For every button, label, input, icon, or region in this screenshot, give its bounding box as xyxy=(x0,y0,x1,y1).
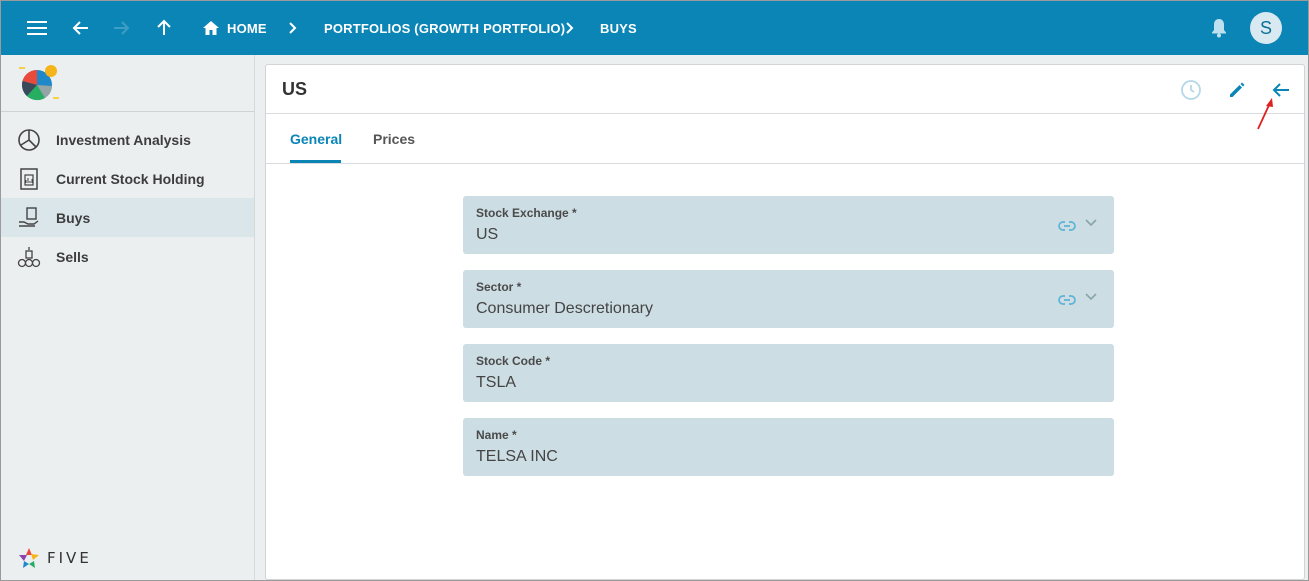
up-arrow-icon[interactable] xyxy=(150,14,178,42)
top-app-bar: HOME PORTFOLIOS (GROWTH PORTFOLIO) BUYS … xyxy=(1,1,1308,55)
menu-icon[interactable] xyxy=(23,14,51,42)
user-avatar[interactable]: S xyxy=(1250,12,1282,44)
divider xyxy=(266,113,1304,114)
sidebar-item-label: Current Stock Holding xyxy=(56,170,205,187)
chevron-right-icon xyxy=(560,18,580,38)
sidebar-item-investment-analysis[interactable]: Investment Analysis xyxy=(1,120,254,159)
hand-money-icon xyxy=(19,206,39,227)
record-title: US xyxy=(282,79,308,99)
field-label: Name * xyxy=(476,428,517,442)
pie-chart-logo-icon xyxy=(19,65,59,101)
five-brand-text: FIVE xyxy=(47,549,92,567)
five-brand-logo: FIVE xyxy=(17,547,92,569)
home-icon[interactable] xyxy=(197,14,225,42)
sidebar-item-label: Sells xyxy=(56,248,89,265)
back-arrow-icon[interactable] xyxy=(67,14,95,42)
coins-icon xyxy=(17,246,41,267)
breadcrumb-buys[interactable]: BUYS xyxy=(600,1,637,55)
sidebar-item-label: Buys xyxy=(56,209,91,226)
field-value: TELSA INC xyxy=(476,448,558,465)
history-icon[interactable] xyxy=(1178,77,1204,103)
breadcrumb-portfolios[interactable]: PORTFOLIOS (GROWTH PORTFOLIO) xyxy=(324,1,565,55)
stock-code-field[interactable]: Stock Code * TSLA xyxy=(463,344,1114,402)
name-field[interactable]: Name * TELSA INC xyxy=(463,418,1114,476)
five-logo-icon xyxy=(19,548,39,568)
sector-field[interactable]: Sector * Consumer Descretionary xyxy=(463,270,1114,328)
tab-general[interactable]: General xyxy=(290,115,342,163)
forward-arrow-icon[interactable] xyxy=(107,14,135,42)
field-value: TSLA xyxy=(476,374,517,391)
pie-chart-icon xyxy=(18,128,40,151)
chevron-down-icon[interactable] xyxy=(1084,290,1098,304)
app-logo xyxy=(1,55,254,112)
link-icon[interactable] xyxy=(1058,294,1076,306)
annotation-arrow-icon xyxy=(1257,98,1273,130)
bell-icon[interactable] xyxy=(1205,14,1233,42)
sidebar-item-current-stock-holding[interactable]: Current Stock Holding xyxy=(1,159,254,198)
link-icon[interactable] xyxy=(1058,220,1076,232)
breadcrumb-home[interactable]: HOME xyxy=(227,1,267,55)
field-value: US xyxy=(476,226,499,243)
record-form-card: US General Prices Stock Exchange * US Se… xyxy=(265,64,1305,580)
field-label: Stock Exchange * xyxy=(476,206,577,220)
sidebar-item-label: Investment Analysis xyxy=(56,131,191,148)
chevron-right-icon xyxy=(283,18,303,38)
edit-pencil-icon[interactable] xyxy=(1224,77,1250,103)
field-label: Stock Code * xyxy=(476,354,551,368)
sidebar-item-sells[interactable]: Sells xyxy=(1,237,254,276)
sidebar-item-buys[interactable]: Buys xyxy=(1,198,254,237)
tab-prices[interactable]: Prices xyxy=(373,115,415,163)
field-value: Consumer Descretionary xyxy=(476,300,653,317)
sidebar: Investment Analysis Current Stock Holdin… xyxy=(1,55,255,580)
document-icon xyxy=(20,167,38,190)
field-label: Sector * xyxy=(476,280,522,294)
divider xyxy=(266,163,1304,164)
chevron-down-icon[interactable] xyxy=(1084,216,1098,230)
stock-exchange-field[interactable]: Stock Exchange * US xyxy=(463,196,1114,254)
